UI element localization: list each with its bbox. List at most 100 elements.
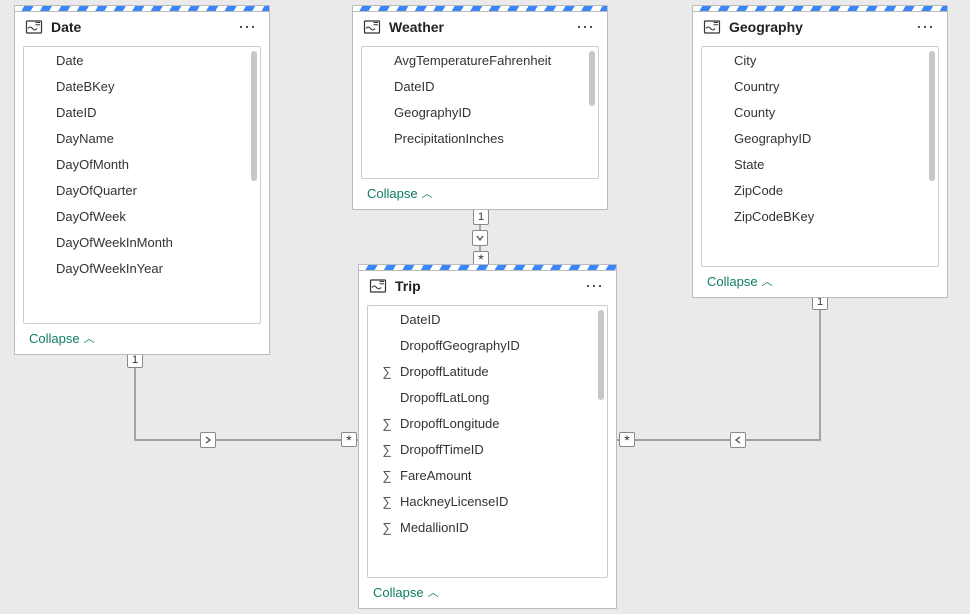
cardinality-many: *: [619, 432, 635, 447]
field-row[interactable]: ZipCodeBKey: [706, 209, 936, 224]
sigma-icon: ∑: [380, 364, 394, 379]
collapse-button[interactable]: Collapse ︿: [15, 324, 269, 354]
field-label: City: [734, 53, 756, 68]
field-label: PrecipitationInches: [394, 131, 504, 146]
field-row[interactable]: ∑ HackneyLicenseID: [372, 494, 605, 509]
field-row[interactable]: Country: [706, 79, 936, 94]
chevron-up-icon: ︿: [762, 273, 773, 289]
collapse-label: Collapse: [373, 585, 424, 600]
scrollbar[interactable]: [598, 310, 604, 400]
field-label: Date: [56, 53, 83, 68]
scrollbar[interactable]: [251, 51, 257, 181]
more-options-icon[interactable]: ⋯: [574, 22, 597, 32]
field-row[interactable]: GeographyID: [366, 105, 596, 120]
field-label: DayOfMonth: [56, 157, 129, 172]
chevron-up-icon: ︿: [84, 330, 95, 346]
field-row[interactable]: DayName: [28, 131, 258, 146]
field-row[interactable]: DayOfQuarter: [28, 183, 258, 198]
fields-list[interactable]: DateID DropoffGeographyID ∑DropoffLatitud…: [367, 305, 608, 578]
table-icon: [703, 18, 721, 36]
filter-direction-arrow: [730, 432, 746, 448]
field-row[interactable]: DateID: [366, 79, 596, 94]
table-title: Trip: [395, 278, 575, 294]
table-header[interactable]: Weather ⋯: [353, 12, 607, 40]
table-card-trip[interactable]: Trip ⋯ DateID DropoffGeographyID∑Dropoff…: [358, 264, 617, 609]
table-title: Date: [51, 19, 228, 35]
table-header[interactable]: Date ⋯: [15, 12, 269, 40]
cardinality-many: *: [341, 432, 357, 447]
field-label: County: [734, 105, 775, 120]
collapse-button[interactable]: Collapse ︿: [693, 267, 947, 297]
field-label: State: [734, 157, 764, 172]
table-card-geography[interactable]: Geography ⋯ City Country County Geograph…: [692, 5, 948, 298]
field-label: DayOfWeekInYear: [56, 261, 163, 276]
field-label: DayOfQuarter: [56, 183, 137, 198]
field-row[interactable]: State: [706, 157, 936, 172]
collapse-label: Collapse: [707, 274, 758, 289]
field-row[interactable]: DateID: [28, 105, 258, 120]
more-options-icon[interactable]: ⋯: [914, 22, 937, 32]
field-row[interactable]: County: [706, 105, 936, 120]
field-row[interactable]: PrecipitationInches: [366, 131, 596, 146]
field-label: GeographyID: [394, 105, 471, 120]
scrollbar[interactable]: [929, 51, 935, 181]
scrollbar[interactable]: [589, 51, 595, 106]
field-label: ZipCodeBKey: [734, 209, 814, 224]
field-row[interactable]: DateID: [372, 312, 605, 327]
collapse-button[interactable]: Collapse ︿: [353, 179, 607, 209]
field-row[interactable]: GeographyID: [706, 131, 936, 146]
field-row[interactable]: DayOfWeekInYear: [28, 261, 258, 276]
field-label: MedallionID: [400, 520, 469, 535]
sigma-icon: ∑: [380, 494, 394, 509]
field-row[interactable]: DropoffLatLong: [372, 390, 605, 405]
table-icon: [369, 277, 387, 295]
field-row[interactable]: ∑DropoffTimeID: [372, 442, 605, 457]
field-row[interactable]: ∑MedallionID: [372, 520, 605, 535]
field-label: Country: [734, 79, 780, 94]
field-row[interactable]: DayOfWeek: [28, 209, 258, 224]
field-label: DateID: [400, 312, 440, 327]
table-icon: [363, 18, 381, 36]
field-row[interactable]: DateBKey: [28, 79, 258, 94]
field-row[interactable]: City: [706, 53, 936, 68]
field-label: DropoffGeographyID: [400, 338, 520, 353]
sigma-icon: ∑: [380, 416, 394, 431]
field-row[interactable]: ZipCode: [706, 183, 936, 198]
filter-direction-arrow: [200, 432, 216, 448]
field-row[interactable]: ∑FareAmount: [372, 468, 605, 483]
field-label: DayOfWeekInMonth: [56, 235, 173, 250]
field-row[interactable]: DayOfMonth: [28, 157, 258, 172]
field-row[interactable]: ∑ DropoffLongitude: [372, 416, 605, 431]
cardinality-one: 1: [473, 209, 489, 225]
field-row[interactable]: Date: [28, 53, 258, 68]
field-label: DateID: [394, 79, 434, 94]
more-options-icon[interactable]: ⋯: [583, 281, 606, 291]
table-title: Geography: [729, 19, 906, 35]
model-canvas[interactable]: 1 * 1 * 1 * Date ⋯ Date DateBKey DateID …: [0, 0, 970, 614]
field-row[interactable]: DayOfWeekInMonth: [28, 235, 258, 250]
field-label: DayName: [56, 131, 114, 146]
fields-list[interactable]: Date DateBKey DateID DayName DayOfMonth …: [23, 46, 261, 324]
field-label: DateBKey: [56, 79, 115, 94]
chevron-up-icon: ︿: [428, 584, 439, 600]
field-row[interactable]: DropoffGeographyID: [372, 338, 605, 353]
table-header[interactable]: Trip ⋯: [359, 271, 616, 299]
field-label: HackneyLicenseID: [400, 494, 508, 509]
more-options-icon[interactable]: ⋯: [236, 22, 259, 32]
fields-list[interactable]: AvgTemperatureFahrenheit DateID Geograph…: [361, 46, 599, 179]
field-label: FareAmount: [400, 468, 472, 483]
field-label: AvgTemperatureFahrenheit: [394, 53, 551, 68]
collapse-button[interactable]: Collapse ︿: [359, 578, 616, 608]
field-row[interactable]: ∑DropoffLatitude: [372, 364, 605, 379]
field-label: DateID: [56, 105, 96, 120]
fields-list[interactable]: City Country County GeographyID State Zi…: [701, 46, 939, 267]
field-label: DayOfWeek: [56, 209, 126, 224]
table-card-date[interactable]: Date ⋯ Date DateBKey DateID DayName DayO…: [14, 5, 270, 355]
table-icon: [25, 18, 43, 36]
table-card-weather[interactable]: Weather ⋯ AvgTemperatureFahrenheit DateI…: [352, 5, 608, 210]
table-header[interactable]: Geography ⋯: [693, 12, 947, 40]
chevron-up-icon: ︿: [422, 185, 433, 201]
collapse-label: Collapse: [29, 331, 80, 346]
field-label: DropoffLongitude: [400, 416, 500, 431]
field-row[interactable]: AvgTemperatureFahrenheit: [366, 53, 596, 68]
